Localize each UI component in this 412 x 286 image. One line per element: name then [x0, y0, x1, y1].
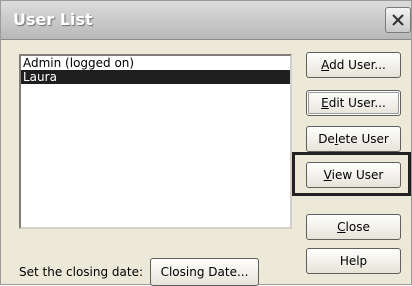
button-label-part: De: [318, 132, 335, 146]
close-button[interactable]: Close: [306, 214, 401, 240]
access-key: V: [323, 168, 332, 182]
delete-user-button[interactable]: Delete User: [306, 126, 401, 152]
view-user-button[interactable]: View User: [306, 162, 401, 188]
access-key: A: [321, 58, 330, 72]
button-label-part: dit User...: [328, 96, 386, 110]
list-item-selected[interactable]: Laura: [21, 70, 290, 84]
button-label-part: iew User: [331, 168, 384, 182]
help-button[interactable]: Help: [306, 248, 401, 274]
add-user-button[interactable]: Add User...: [306, 52, 401, 78]
list-item[interactable]: Admin (logged on): [21, 56, 290, 70]
close-window-button[interactable]: [385, 7, 411, 33]
closing-date-label: Set the closing date:: [19, 265, 144, 279]
access-key: C: [337, 220, 346, 234]
button-label-part: dd User...: [329, 58, 386, 72]
dialog-content: Admin (logged on) Laura Add User... Edit…: [1, 40, 411, 286]
access-key: E: [321, 96, 329, 110]
closing-date-button[interactable]: Closing Date...: [150, 258, 259, 286]
title-bar: User List: [1, 1, 411, 40]
dialog-title: User List: [13, 10, 93, 29]
user-listbox[interactable]: Admin (logged on) Laura: [19, 54, 292, 229]
close-icon: [392, 14, 404, 26]
button-label-part: ete User: [338, 132, 389, 146]
button-label-part: lose: [345, 220, 370, 234]
user-list-dialog: User List Admin (logged on) Laura Add Us…: [0, 0, 412, 286]
edit-user-button[interactable]: Edit User...: [306, 90, 401, 116]
